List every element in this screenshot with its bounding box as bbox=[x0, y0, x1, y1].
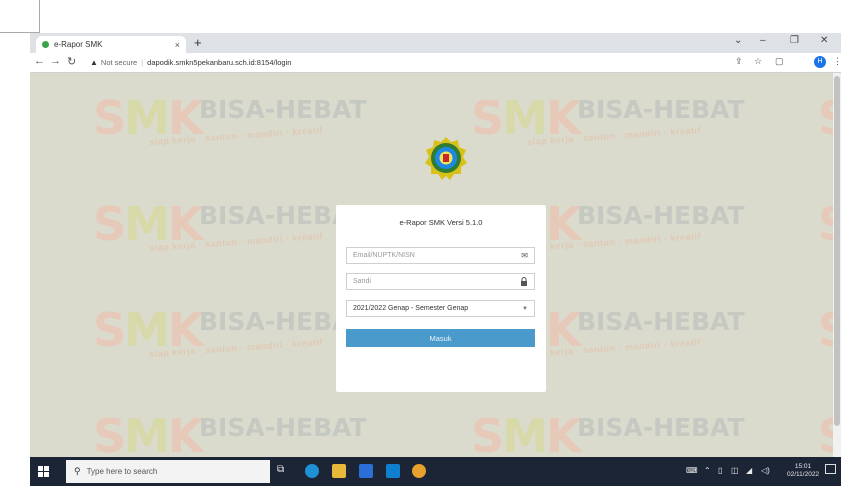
password-placeholder: Sandi bbox=[353, 278, 371, 285]
warning-icon: ▲ bbox=[90, 57, 98, 67]
windows-start-icon[interactable] bbox=[38, 466, 49, 477]
envelope-icon: ✉ bbox=[521, 251, 528, 260]
wifi-icon[interactable]: ◢ bbox=[746, 466, 752, 475]
profile-avatar[interactable]: H bbox=[814, 56, 826, 68]
battery-icon[interactable]: ▯ bbox=[718, 466, 722, 475]
divider: | bbox=[141, 57, 144, 67]
bookmark-star-icon[interactable]: ☆ bbox=[754, 56, 762, 67]
reload-icon[interactable]: ↻ bbox=[67, 55, 76, 68]
browser-toolbar: ← → ↻ ▲ Not secure | dapodik.smkn5pekanb… bbox=[30, 53, 841, 73]
task-view-icon[interactable]: ⧉ bbox=[277, 464, 284, 475]
file-explorer-icon[interactable] bbox=[332, 464, 346, 478]
notification-icon[interactable] bbox=[825, 464, 836, 474]
clock-date: 02/11/2022 bbox=[787, 471, 820, 478]
login-card: e-Rapor SMK Versi 5.1.0 Email/NUPTK/NISN… bbox=[336, 205, 546, 392]
email-placeholder: Email/NUPTK/NISN bbox=[353, 252, 415, 259]
browser-tab-strip: e-Rapor SMK × + ⌄ – ❐ ✕ bbox=[30, 33, 841, 53]
scrollbar[interactable] bbox=[833, 73, 841, 457]
chrome-icon[interactable] bbox=[412, 464, 426, 478]
store-icon[interactable] bbox=[359, 464, 373, 478]
email-field[interactable]: Email/NUPTK/NISN ✉ bbox=[346, 247, 535, 264]
search-icon: ⚲ bbox=[74, 466, 81, 476]
clock-time: 15:01 bbox=[794, 463, 812, 470]
tab-title: e-Rapor SMK bbox=[54, 40, 103, 49]
password-field[interactable]: Sandi bbox=[346, 273, 535, 290]
semester-select[interactable]: 2021/2022 Genap - Semester Genap ▼ bbox=[346, 300, 535, 317]
address-bar[interactable]: ▲ Not secure | dapodik.smkn5pekanbaru.sc… bbox=[90, 55, 730, 69]
search-placeholder: Type here to search bbox=[86, 467, 158, 476]
edge-icon[interactable] bbox=[305, 464, 319, 478]
side-panel-icon[interactable]: ▢ bbox=[775, 56, 784, 67]
mail-icon[interactable] bbox=[386, 464, 400, 478]
chevron-down-icon: ▼ bbox=[522, 305, 528, 312]
scrollbar-thumb[interactable] bbox=[834, 76, 840, 426]
url-text[interactable]: dapodik.smkn5pekanbaru.sch.id:8154/login bbox=[147, 58, 291, 67]
tab-close-icon[interactable]: × bbox=[175, 40, 180, 50]
login-button[interactable]: Masuk bbox=[346, 329, 535, 347]
back-icon[interactable]: ← bbox=[34, 55, 45, 67]
browser-tab[interactable]: e-Rapor SMK × bbox=[36, 36, 186, 53]
taskbar-search[interactable]: ⚲ Type here to search bbox=[66, 460, 270, 483]
menu-kebab-icon[interactable]: ⋮ bbox=[833, 56, 841, 67]
network-icon[interactable]: ◫ bbox=[731, 466, 739, 475]
tab-search-chevron-icon[interactable]: ⌄ bbox=[734, 35, 742, 46]
minimize-icon[interactable]: – bbox=[760, 35, 766, 46]
login-page: SMK BISA-HEBAT siap kerja · santun · man… bbox=[30, 73, 841, 457]
login-title: e-Rapor SMK Versi 5.1.0 bbox=[399, 218, 483, 227]
security-label[interactable]: Not secure bbox=[101, 58, 137, 67]
share-icon[interactable]: ⇪ bbox=[735, 56, 743, 67]
favicon-icon bbox=[42, 41, 49, 48]
clock[interactable]: 15:01 02/11/2022 bbox=[787, 463, 819, 479]
new-tab-button[interactable]: + bbox=[194, 35, 202, 50]
forward-icon[interactable]: → bbox=[50, 55, 61, 67]
restore-icon[interactable]: ❐ bbox=[790, 35, 799, 46]
lock-icon bbox=[521, 277, 527, 286]
school-logo bbox=[425, 137, 467, 180]
volume-icon[interactable]: ◁) bbox=[761, 466, 770, 475]
semester-value: 2021/2022 Genap - Semester Genap bbox=[353, 305, 469, 312]
tray-chevron-up-icon[interactable]: ⌃ bbox=[704, 466, 711, 475]
capture-frame bbox=[0, 0, 40, 33]
keyboard-icon[interactable]: ⌨ bbox=[686, 466, 698, 475]
taskbar: ⚲ Type here to search ⧉ ⌨ ⌃ ▯ ◫ ◢ ◁) 15:… bbox=[30, 457, 841, 486]
close-window-icon[interactable]: ✕ bbox=[820, 35, 828, 46]
